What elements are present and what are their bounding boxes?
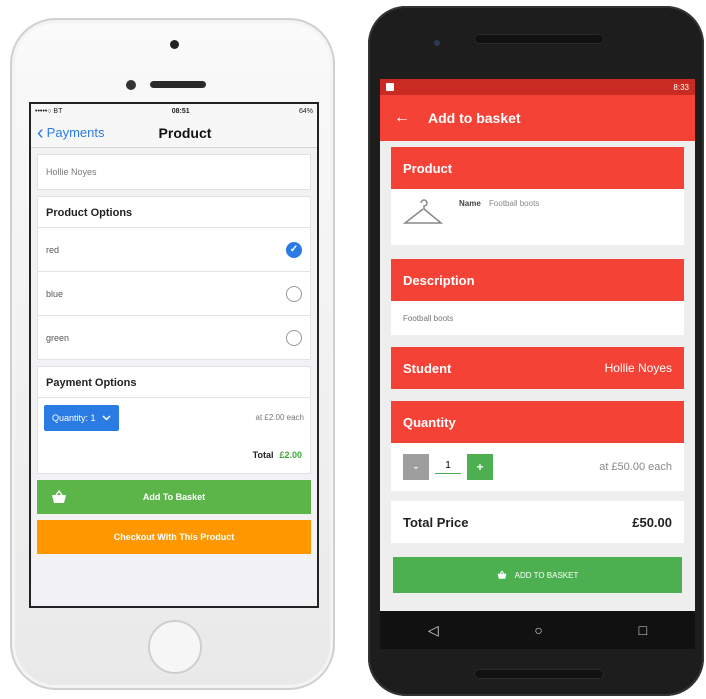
iphone-front-sensor [126,80,136,90]
stage: •••••○ BT 08:51 64% ‹ Payments Product H… [0,0,706,699]
ios-clock: 08:51 [171,107,190,115]
ios-battery: 64% [298,107,313,115]
basket-icon [52,489,66,503]
option-label: red [46,244,60,255]
total-row: Total £2.00 [38,437,310,473]
nav-home-icon[interactable]: ○ [534,622,542,638]
product-options-heading: Product Options [46,207,133,219]
quantity-row: Quantity: 1 at £2.00 each [38,397,310,437]
total-value: £2.00 [279,450,302,460]
quantity-heading-label: Quantity [403,414,456,430]
back-arrow-icon[interactable]: ← [394,109,410,127]
student-card: Hollie Noyes [37,154,311,190]
quantity-input[interactable]: 1 [435,460,461,474]
quantity-stepper: - 1 + [403,454,493,480]
product-heading: Product [391,147,684,189]
checkmark-icon[interactable]: ✓ [286,241,302,258]
unit-price: at £50.00 each [599,461,672,473]
product-body: Name Football boots [391,189,684,245]
option-label: green [46,332,70,343]
app-bar-title: Add to basket [428,110,521,126]
description-text: Football boots [403,313,454,323]
option-row-blue[interactable]: blue [38,271,310,315]
student-name-field[interactable]: Hollie Noyes [38,155,310,189]
android-screen: 8:33 ← Add to basket Product Name Footba… [380,79,695,649]
quantity-card: Quantity - 1 + at £50.00 each [391,401,684,491]
product-name-value: Football boots [489,199,540,208]
radio-icon[interactable] [286,285,302,302]
add-to-basket-button[interactable]: ADD TO BASKET [393,557,682,593]
total-label: Total [252,450,274,460]
radio-icon[interactable] [286,329,302,346]
ios-carrier: •••••○ BT [35,107,63,115]
total-card: Total Price £50.00 [391,501,684,543]
increment-button[interactable]: + [467,454,493,480]
iphone-home-button[interactable] [148,620,202,674]
student-value: Hollie Noyes [604,361,672,375]
android-speaker-top [474,34,604,44]
notification-icon [386,83,394,91]
decrement-button[interactable]: - [403,454,429,480]
product-name: Name Football boots [459,197,539,208]
quantity-select-label: Quantity: 1 [52,412,96,423]
product-heading-label: Product [403,160,453,176]
product-name-label: Name [459,199,481,208]
android-nav-bar: ◁ ○ □ [380,611,695,649]
student-row: Student Hollie Noyes [391,347,684,389]
add-to-basket-label: ADD TO BASKET [514,570,579,580]
add-to-basket-button[interactable]: Add To Basket [37,480,311,514]
add-to-basket-label: Add To Basket [142,492,206,502]
android-camera [434,40,440,46]
android-app-bar: ← Add to basket [380,95,695,141]
chevron-down-icon [102,414,111,421]
android-device: 8:33 ← Add to basket Product Name Footba… [368,6,704,696]
total-label: Total Price [403,514,469,530]
student-label: Student [403,360,452,376]
basket-icon [497,570,506,579]
option-row-green[interactable]: green [38,315,310,359]
checkout-button[interactable]: Checkout With This Product [37,520,311,554]
total-value: £50.00 [632,514,672,530]
payment-options-card: Payment Options Quantity: 1 at £2.00 eac… [37,366,311,474]
quantity-select[interactable]: Quantity: 1 [44,404,119,431]
iphone-camera [170,40,179,49]
nav-back-icon[interactable]: ◁ [428,622,439,639]
option-row-red[interactable]: red ✓ [38,227,310,271]
total-row: Total Price £50.00 [391,501,684,543]
quantity-body: - 1 + at £50.00 each [391,443,684,491]
android-clock: 8:33 [673,82,689,92]
iphone-screen: •••••○ BT 08:51 64% ‹ Payments Product H… [29,102,319,608]
chevron-left-icon: ‹ [37,121,44,144]
quantity-heading: Quantity [391,401,684,443]
hanger-icon [402,199,444,224]
checkout-label: Checkout With This Product [113,532,235,542]
description-card: Description Football boots [391,259,684,335]
nav-recents-icon[interactable]: □ [639,622,647,638]
iphone-device: •••••○ BT 08:51 64% ‹ Payments Product H… [10,18,335,690]
description-heading: Description [391,259,684,301]
product-card: Product Name Football boots [391,147,684,245]
ios-nav-bar: ‹ Payments Product [31,118,317,148]
product-options-card: Product Options red ✓ blue green [37,196,311,360]
back-button[interactable]: ‹ Payments [31,121,105,144]
option-label: blue [46,288,64,299]
description-heading-label: Description [403,272,475,288]
payment-options-heading: Payment Options [46,377,137,389]
ios-status-bar: •••••○ BT 08:51 64% [31,104,317,118]
android-status-bar: 8:33 [380,79,695,95]
iphone-speaker [150,81,206,88]
back-label: Payments [46,125,105,140]
student-card: Student Hollie Noyes [391,347,684,389]
android-speaker-bottom [474,669,604,679]
unit-price: at £2.00 each [255,413,304,422]
